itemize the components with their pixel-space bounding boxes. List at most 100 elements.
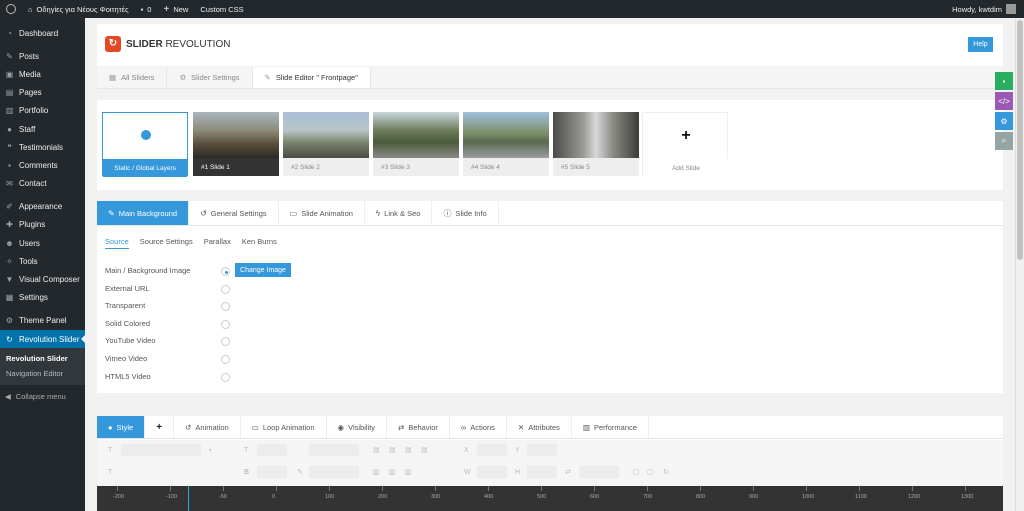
sidebar-item-tools[interactable]: ✧ Tools: [0, 252, 85, 270]
source-option-youtube-video[interactable]: YouTube Video: [105, 336, 325, 348]
reset-size-icon[interactable]: ▢: [633, 466, 640, 478]
align-right-icon[interactable]: ▤: [405, 444, 412, 456]
custom-css-link[interactable]: Custom CSS: [194, 0, 249, 18]
sidebar-item-visual-composer[interactable]: ▼ Visual Composer: [0, 270, 85, 288]
tab-main-background[interactable]: ✎ Main Background: [97, 201, 190, 225]
line-height-input[interactable]: [309, 444, 359, 456]
sidebar-item-comments[interactable]: ▪ Comments: [0, 156, 85, 174]
collapse-menu-button[interactable]: ◀ Collapse menu: [0, 387, 85, 405]
submenu-revolution-slider[interactable]: Revolution Slider: [0, 351, 85, 366]
timeline-cursor[interactable]: [188, 486, 189, 511]
change-image-button[interactable]: Change Image: [235, 263, 291, 277]
source-option-external-url[interactable]: External URL: [105, 284, 325, 296]
preview-button[interactable]: ⌕: [995, 132, 1013, 150]
save-style-icon[interactable]: ▪: [209, 444, 211, 456]
font-size-input[interactable]: [257, 444, 287, 456]
tab-slide-info[interactable]: ⓘ Slide Info: [432, 201, 499, 225]
tab-style[interactable]: ● Style: [97, 416, 146, 438]
tab-actions[interactable]: ∞ Actions: [450, 416, 507, 438]
refresh-size-icon[interactable]: ↻: [663, 466, 669, 478]
radio-button[interactable]: [221, 320, 230, 329]
source-option-solid-colored[interactable]: Solid Colored: [105, 319, 325, 331]
radio-button[interactable]: [221, 373, 230, 382]
tab-attributes[interactable]: ✕ Attributes: [507, 416, 572, 438]
tab-slider-settings[interactable]: ⚙ Slider Settings: [167, 67, 253, 88]
slide-3[interactable]: #3 Slide 3: [373, 112, 459, 176]
sidebar-item-users[interactable]: ☻ Users: [0, 234, 85, 252]
align-justify-icon[interactable]: ▤: [421, 444, 428, 456]
sidebar-item-pages[interactable]: ▤ Pages: [0, 84, 85, 102]
save-slide-button[interactable]: ▪: [995, 72, 1013, 90]
source-option-html5-video[interactable]: HTML5 Video: [105, 372, 325, 384]
slide-static-global-layers[interactable]: Static / Global Layers: [102, 112, 188, 177]
subtab-parallax[interactable]: Parallax: [204, 237, 231, 249]
my-account-link[interactable]: Howdy, kwtdim: [952, 4, 1024, 14]
font-weight-select[interactable]: [257, 466, 287, 478]
x-position-input[interactable]: [477, 444, 507, 456]
sidebar-item-staff[interactable]: ● Staff: [0, 120, 85, 138]
site-name-link[interactable]: ⌂ Οδηγίες για Νέους Φοιτητές: [22, 0, 135, 18]
tab-loop-animation[interactable]: ▭ Loop Animation: [241, 416, 327, 438]
tab-general-settings[interactable]: ↺ General Settings: [189, 201, 279, 225]
radio-button[interactable]: [221, 355, 230, 364]
sidebar-item-settings[interactable]: ▦ Settings: [0, 289, 85, 307]
sidebar-item-posts[interactable]: ✎ Posts: [0, 47, 85, 65]
new-content-link[interactable]: + New: [157, 0, 194, 18]
sidebar-item-plugins[interactable]: ✚ Plugins: [0, 216, 85, 234]
sidebar-item-contact[interactable]: ✉ Contact: [0, 175, 85, 193]
tab-behavior[interactable]: ⇄ Behavior: [387, 416, 450, 438]
tab-slide-animation[interactable]: ▭ Slide Animation: [279, 201, 365, 225]
radio-button[interactable]: [221, 302, 230, 311]
scrollbar-thumb[interactable]: [1017, 20, 1023, 260]
swap-icon[interactable]: ⇄: [565, 466, 571, 478]
sidebar-item-revolution-slider[interactable]: ↻ Revolution Slider: [0, 330, 85, 349]
valign-top-icon[interactable]: ▥: [373, 466, 380, 478]
timeline-ruler[interactable]: -200 -100 -50 0 100 200 300 400 500 600 700 800 900 1…: [97, 486, 1003, 511]
slide-5[interactable]: #5 Slide 5: [553, 112, 639, 176]
tab-add[interactable]: +: [145, 416, 175, 438]
sidebar-item-testimonials[interactable]: ❝ Testimonials: [0, 138, 85, 156]
tab-visibility[interactable]: ◉ Visibility: [327, 416, 388, 438]
slide-2[interactable]: #2 Slide 2: [283, 112, 369, 176]
subtab-source[interactable]: Source: [105, 237, 129, 249]
radio-button[interactable]: [221, 267, 230, 276]
valign-bottom-icon[interactable]: ▥: [405, 466, 412, 478]
color-picker-icon[interactable]: ✎: [297, 466, 303, 478]
slide-1[interactable]: #1 Slide 1: [193, 112, 279, 176]
page-scrollbar[interactable]: [1015, 18, 1024, 511]
comments-link[interactable]: ▪ 0: [135, 0, 158, 18]
source-option-vimeo-video[interactable]: Vimeo Video: [105, 354, 325, 366]
height-input[interactable]: [527, 466, 557, 478]
cover-mode-select[interactable]: [579, 466, 619, 478]
source-option-transparent[interactable]: Transparent: [105, 301, 325, 313]
width-input[interactable]: [477, 466, 507, 478]
lock-ratio-icon[interactable]: ▢: [647, 466, 654, 478]
tab-all-sliders[interactable]: ▦ All Sliders: [97, 67, 168, 88]
css-editor-button[interactable]: </>: [995, 92, 1013, 110]
help-button[interactable]: Help: [968, 37, 993, 52]
sidebar-item-portfolio[interactable]: ▥ Portfolio: [0, 102, 85, 120]
bold-icon[interactable]: B: [244, 466, 249, 478]
sidebar-item-dashboard[interactable]: ◔ Dashboard: [0, 24, 85, 42]
font-family-select[interactable]: [121, 444, 201, 456]
sidebar-item-theme-panel[interactable]: ⚙ Theme Panel: [0, 312, 85, 330]
submenu-navigation-editor[interactable]: Navigation Editor: [0, 366, 85, 381]
subtab-ken-burns[interactable]: Ken Burns: [242, 237, 277, 249]
subtab-source-settings[interactable]: Source Settings: [140, 237, 193, 249]
slider-settings-button[interactable]: ⚙: [995, 112, 1013, 130]
tab-link-seo[interactable]: ϟ Link & Seo: [365, 201, 433, 225]
wp-logo-menu[interactable]: [0, 0, 22, 18]
tab-performance[interactable]: ▨ Performance: [572, 416, 649, 438]
sidebar-item-media[interactable]: ▣ Media: [0, 65, 85, 83]
align-left-icon[interactable]: ▤: [373, 444, 380, 456]
sidebar-item-appearance[interactable]: ✐ Appearance: [0, 198, 85, 216]
tab-animation[interactable]: ↺ Animation: [174, 416, 241, 438]
source-option-main-background-image[interactable]: Main / Background Image: [105, 266, 325, 278]
radio-button[interactable]: [221, 337, 230, 346]
align-center-icon[interactable]: ▤: [389, 444, 396, 456]
font-color-input[interactable]: [309, 466, 359, 478]
add-slide-button[interactable]: + Add Slide: [642, 112, 729, 177]
radio-button[interactable]: [221, 285, 230, 294]
y-position-input[interactable]: [527, 444, 557, 456]
slide-4[interactable]: #4 Slide 4: [463, 112, 549, 176]
